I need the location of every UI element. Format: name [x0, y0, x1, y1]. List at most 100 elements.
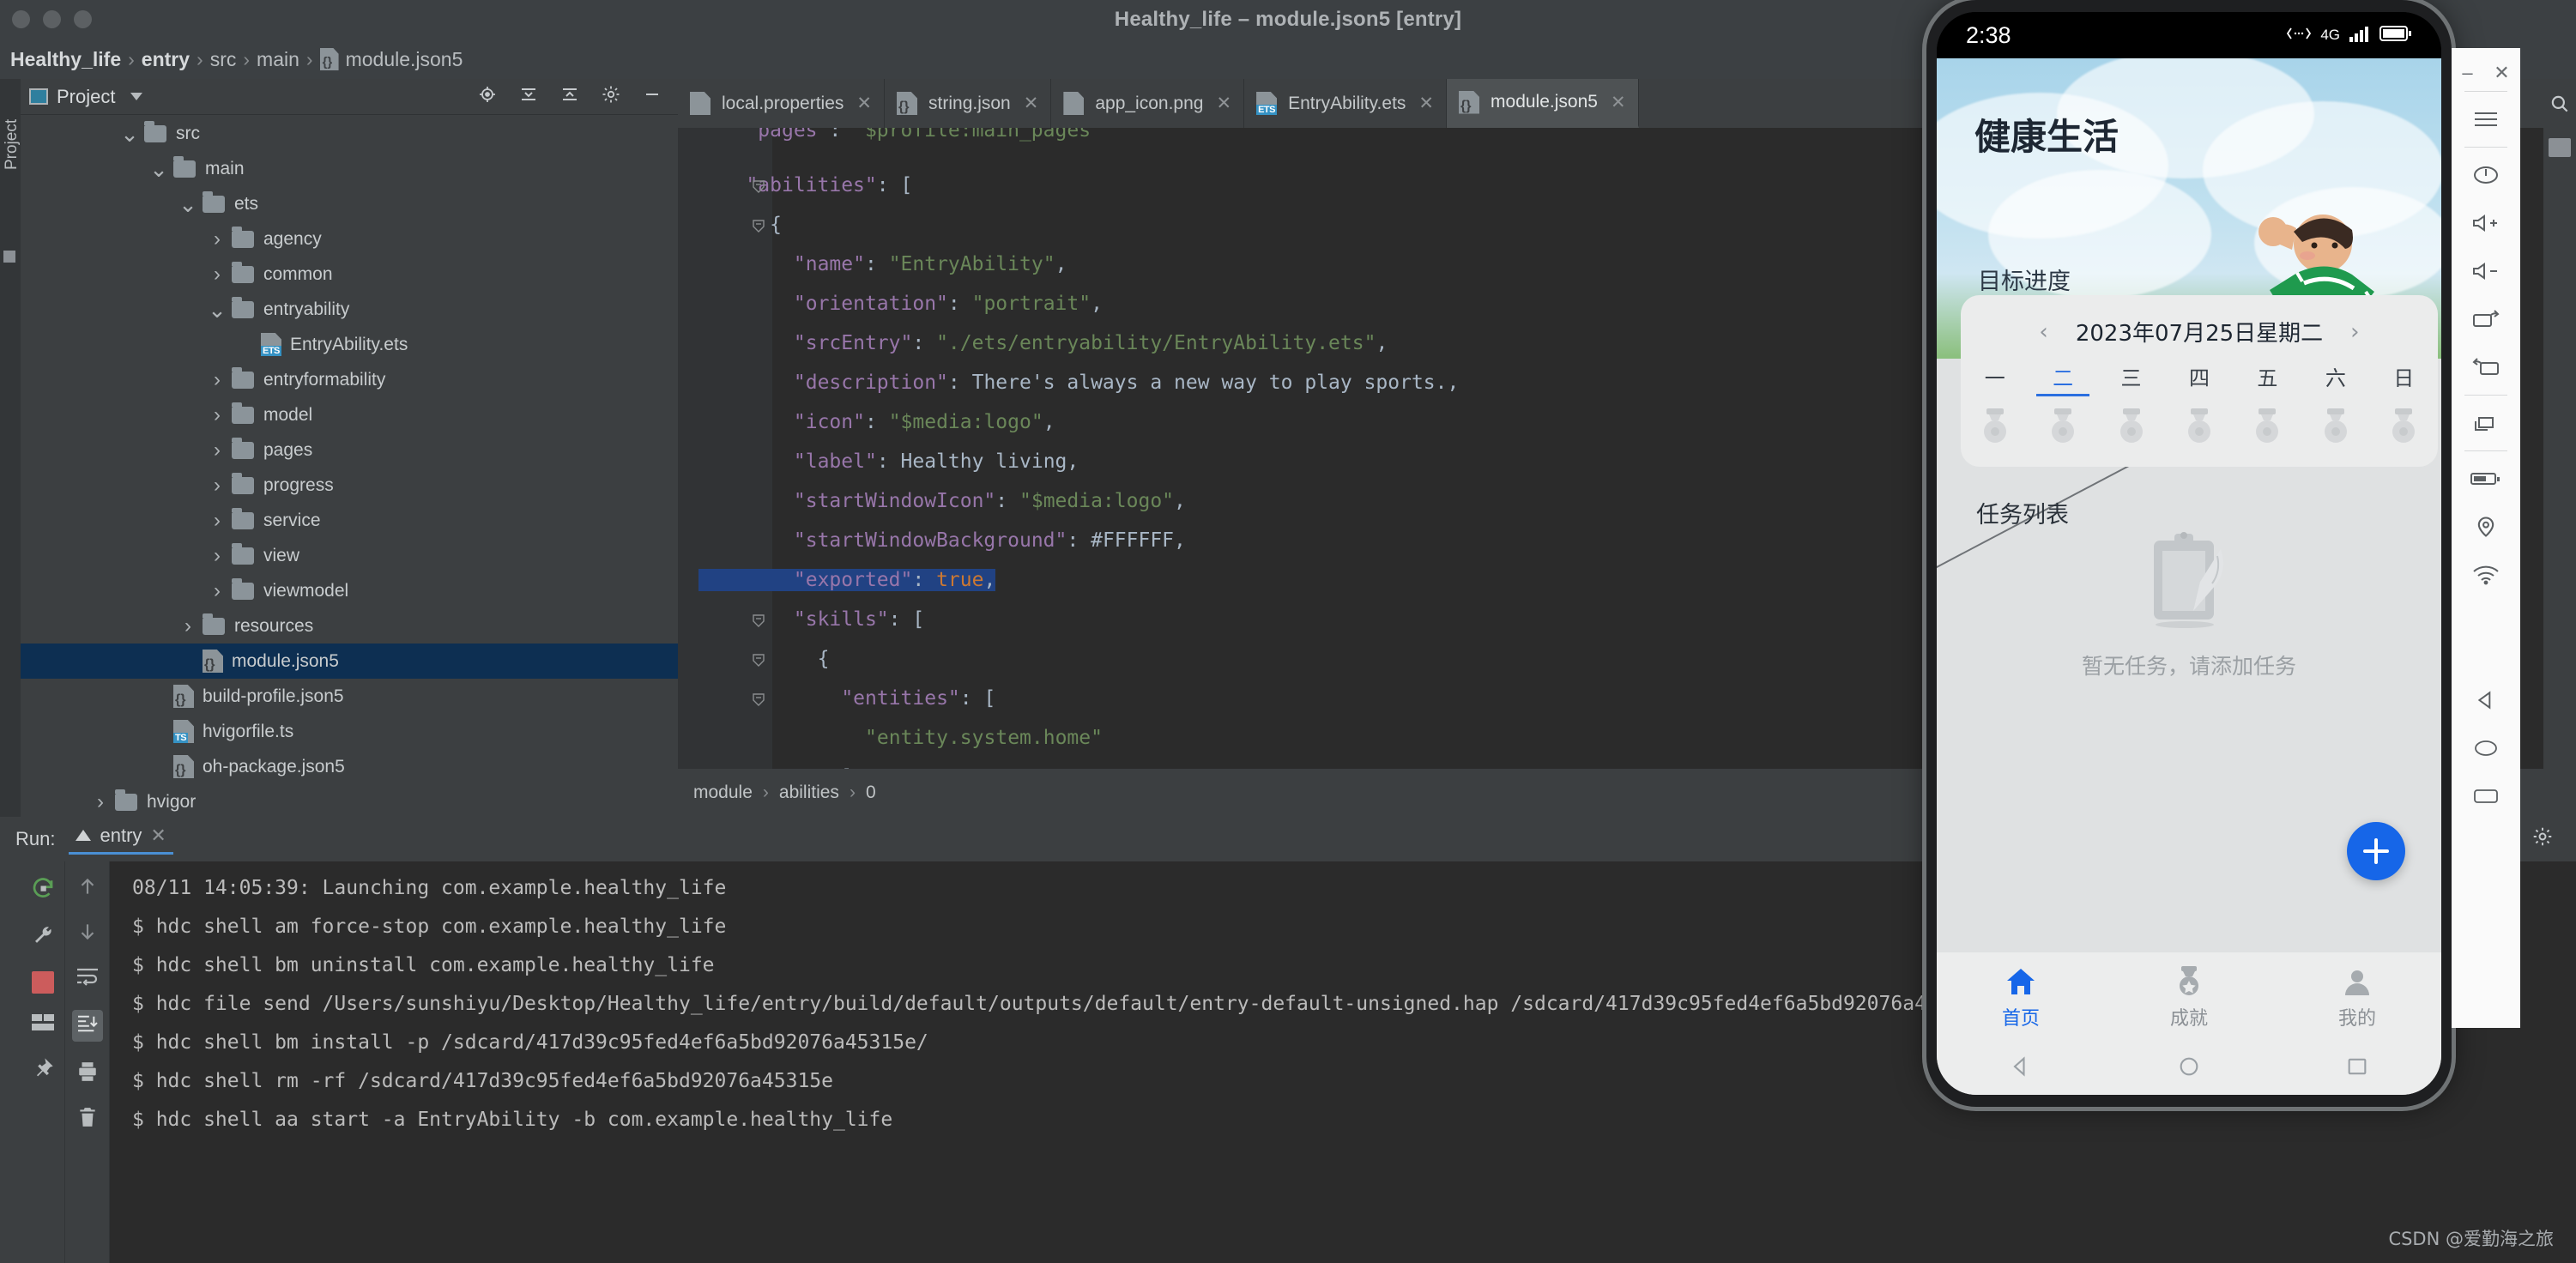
- code-line[interactable]: "name": "EntryAbility",: [698, 253, 1067, 275]
- tree-node-build-profile-json5[interactable]: {} build-profile.json5: [21, 679, 678, 714]
- tree-node-view[interactable]: › view: [21, 538, 678, 573]
- pin-icon[interactable]: [31, 1056, 55, 1085]
- home-icon[interactable]: [2452, 724, 2520, 772]
- recents-icon[interactable]: [2452, 772, 2520, 820]
- soft-wrap-icon[interactable]: [76, 966, 100, 991]
- close-tab-icon[interactable]: ✕: [1216, 93, 1231, 114]
- code-line[interactable]: {: [698, 214, 782, 236]
- fold-marker-icon[interactable]: [750, 613, 767, 631]
- bottom-nav-medal[interactable]: 成就: [2105, 964, 2273, 1030]
- bottom-navigation[interactable]: 首页 成就 我的: [1937, 952, 2441, 1042]
- fold-marker-icon[interactable]: [750, 653, 767, 670]
- calendar-weekday[interactable]: 四: [2173, 361, 2226, 396]
- hide-panel-icon[interactable]: [642, 84, 662, 109]
- tree-node-service[interactable]: › service: [21, 503, 678, 538]
- gear-icon[interactable]: [601, 84, 621, 109]
- code-line[interactable]: "startWindowBackground": #FFFFFF,: [698, 529, 1186, 552]
- code-line[interactable]: "label": Healthy living,: [698, 450, 1079, 473]
- chevron-right-icon[interactable]: ›: [208, 474, 227, 497]
- layout-icon[interactable]: [31, 1012, 55, 1037]
- tree-node-hvigor[interactable]: › hvigor: [21, 784, 678, 817]
- tree-node-agency[interactable]: › agency: [21, 221, 678, 257]
- code-line[interactable]: "entity.system.home": [698, 727, 1103, 749]
- resize-icon[interactable]: [2452, 399, 2520, 447]
- location-icon[interactable]: [2452, 503, 2520, 551]
- chevron-right-icon[interactable]: ›: [208, 579, 227, 602]
- chevron-right-icon[interactable]: ›: [178, 614, 197, 638]
- tree-node-common[interactable]: › common: [21, 257, 678, 292]
- code-line[interactable]: "exported": true,: [698, 569, 996, 591]
- tree-node-hvigorfile-ts[interactable]: TS hvigorfile.ts: [21, 714, 678, 749]
- project-tree[interactable]: ⌄ src ⌄ main ⌄ ets › agency › common ⌄ entryability…: [21, 116, 678, 817]
- wrench-icon[interactable]: [31, 924, 55, 952]
- calendar-card[interactable]: ‹ 2023年07月25日星期二 › 一二三四五六日: [1961, 295, 2438, 467]
- bottom-nav-person[interactable]: 我的: [2273, 964, 2441, 1030]
- structure-tool-icon[interactable]: [3, 251, 15, 263]
- stop-icon[interactable]: [31, 971, 54, 994]
- close-icon[interactable]: ✕: [2494, 62, 2509, 84]
- chevron-down-icon[interactable]: ⌄: [149, 158, 168, 180]
- code-line[interactable]: "entities": [: [698, 687, 995, 710]
- calendar-weekday[interactable]: 日: [2377, 361, 2430, 396]
- run-tab-entry[interactable]: entry ✕: [69, 825, 173, 855]
- close-icon[interactable]: ✕: [150, 825, 166, 847]
- expand-all-icon[interactable]: [518, 84, 539, 109]
- editor-tab-module-json5[interactable]: {} module.json5 ✕: [1447, 79, 1639, 128]
- tree-node-pages[interactable]: › pages: [21, 432, 678, 468]
- chevron-right-icon[interactable]: ›: [91, 790, 110, 813]
- fold-marker-icon[interactable]: [750, 692, 767, 710]
- chevron-down-icon[interactable]: ⌄: [178, 193, 197, 215]
- code-line[interactable]: "srcEntry": "./ets/entryability/EntryAbi…: [698, 332, 1388, 354]
- calendar-weekday[interactable]: 一: [1968, 361, 2022, 396]
- emulator-side-toolbar[interactable]: – ✕: [2452, 48, 2520, 1028]
- tree-node-entryability[interactable]: ⌄ entryability: [21, 292, 678, 327]
- fold-marker-icon[interactable]: [750, 219, 767, 236]
- status-breadcrumb-abilities[interactable]: abilities: [779, 783, 839, 803]
- breadcrumb-item-module[interactable]: entry: [142, 48, 190, 71]
- preview-icon[interactable]: [2549, 138, 2571, 157]
- tool-window-button-project[interactable]: Project: [3, 93, 21, 170]
- calendar-weekday[interactable]: 五: [2240, 361, 2294, 396]
- tree-node-progress[interactable]: › progress: [21, 468, 678, 503]
- chevron-right-icon[interactable]: ›: [208, 544, 227, 567]
- run-panel-settings-icon[interactable]: [2531, 825, 2576, 853]
- chevron-right-icon[interactable]: ›: [208, 227, 227, 251]
- code-line[interactable]: "skills": [: [698, 608, 924, 631]
- system-navigation-bar[interactable]: [1937, 1042, 2441, 1095]
- tree-node-oh-package-json5[interactable]: {} oh-package.json5: [21, 749, 678, 784]
- device-emulator[interactable]: 2:38 4G 健康生活 目标进度 ‹ 2023年07月25日星期二 › 一 二…: [1926, 0, 2452, 1107]
- close-tab-icon[interactable]: ✕: [1418, 93, 1434, 114]
- code-line[interactable]: "orientation": "portrait",: [698, 293, 1103, 315]
- down-arrow-icon[interactable]: [76, 921, 99, 947]
- code-line[interactable]: "icon": "$media:logo",: [698, 411, 1055, 433]
- wifi-icon[interactable]: [2452, 551, 2520, 599]
- chevron-right-icon[interactable]: ›: [208, 263, 227, 286]
- calendar-weekdays[interactable]: 一二三四五六日: [1961, 361, 2438, 396]
- chevron-right-icon[interactable]: ›: [208, 438, 227, 462]
- battery-icon[interactable]: [2452, 455, 2520, 503]
- back-icon[interactable]: [2009, 1055, 2033, 1083]
- chevron-right-icon[interactable]: ›: [208, 509, 227, 532]
- editor-tab-app-icon-png[interactable]: app_icon.png ✕: [1051, 79, 1245, 128]
- scroll-from-source-icon[interactable]: [477, 84, 498, 109]
- tree-node-entryformability[interactable]: › entryformability: [21, 362, 678, 397]
- bottom-nav-home[interactable]: 首页: [1937, 964, 2105, 1030]
- editor-tab-local-properties[interactable]: local.properties ✕: [678, 79, 886, 128]
- status-breadcrumb-index[interactable]: 0: [866, 783, 876, 803]
- status-breadcrumb-module[interactable]: module: [693, 783, 753, 803]
- tree-node-ets[interactable]: ⌄ ets: [21, 186, 678, 221]
- chevron-left-icon[interactable]: ‹: [2039, 319, 2047, 345]
- back-icon[interactable]: [2452, 676, 2520, 724]
- tree-node-entryability-ets[interactable]: ETS EntryAbility.ets: [21, 327, 678, 362]
- editor-tab-string-json[interactable]: {} string.json ✕: [885, 79, 1052, 128]
- scroll-to-end-icon[interactable]: [71, 1010, 103, 1042]
- chevron-right-icon[interactable]: ›: [208, 368, 227, 391]
- close-tab-icon[interactable]: ✕: [1611, 92, 1626, 113]
- calendar-weekday[interactable]: 六: [2309, 361, 2362, 396]
- tree-node-main[interactable]: ⌄ main: [21, 151, 678, 186]
- menu-icon[interactable]: [2452, 95, 2520, 143]
- code-line[interactable]: "abilities": [: [698, 174, 912, 196]
- chevron-down-icon[interactable]: ⌄: [208, 299, 227, 321]
- up-arrow-icon[interactable]: [76, 875, 99, 902]
- calendar-weekday[interactable]: 二: [2036, 361, 2090, 396]
